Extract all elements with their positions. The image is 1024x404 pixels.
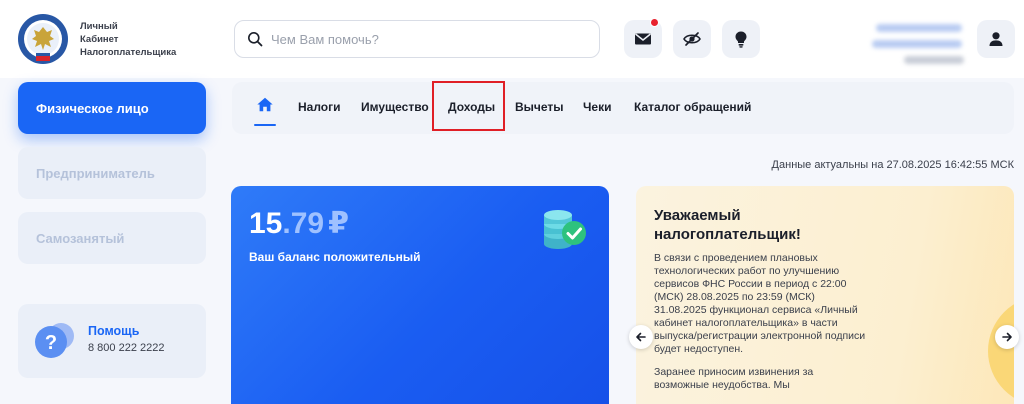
brand-line-1: Личный [80, 21, 118, 32]
fns-emblem-logo[interactable] [16, 12, 70, 66]
notice-title: Уважаемый налогоплательщик! [654, 207, 801, 243]
nav-taxes[interactable]: Налоги [298, 100, 341, 114]
notice-body: В связи с проведением плановых технологи… [654, 252, 866, 392]
messages-button[interactable] [624, 18, 662, 58]
carousel-prev-button[interactable] [629, 325, 653, 349]
header: Личный Кабинет Налогоплательщика [0, 0, 1024, 78]
nav-income[interactable]: Доходы [448, 100, 495, 114]
user-icon [989, 32, 1003, 46]
main-nav: Налоги Имущество Доходы Вычеты Чеки Ката… [232, 82, 1014, 134]
mail-icon [635, 33, 651, 45]
sidebar-item-label: Предприниматель [36, 165, 155, 181]
hide-balance-button[interactable] [673, 20, 711, 58]
nav-appeals-catalog[interactable]: Каталог обращений [634, 100, 751, 114]
lightbulb-icon [735, 31, 747, 48]
notice-card: Уважаемый налогоплательщик! В связи с пр… [636, 186, 1014, 404]
balance-dec: .79 [282, 207, 325, 240]
user-name-blurred [870, 18, 966, 64]
help-title[interactable]: Помощь [88, 324, 139, 338]
data-updated-status: Данные актуальны на 27.08.2025 16:42:55 … [771, 159, 1014, 171]
sidebar-item-label: Физическое лицо [36, 100, 149, 116]
question-icon: ? [35, 323, 74, 358]
balance-card[interactable]: 15.79 ₽ Ваш баланс положительный [231, 186, 609, 404]
search-input[interactable] [271, 31, 591, 47]
notice-paragraph: Заранее приносим извинения за возможные … [654, 366, 814, 391]
balance-amount: 15.79 ₽ [249, 206, 349, 241]
brand-line-2: Кабинет [80, 34, 119, 45]
help-card[interactable]: ? Помощь 8 800 222 2222 [18, 304, 206, 378]
coins-check-icon [544, 210, 586, 249]
balance-int: 15 [249, 207, 283, 240]
tips-button[interactable] [722, 20, 760, 58]
search-box[interactable] [234, 20, 600, 58]
nav-property[interactable]: Имущество [361, 100, 429, 114]
notification-dot [650, 18, 659, 27]
home-icon [257, 97, 273, 112]
sidebar-item-self-employed[interactable]: Самозанятый [18, 212, 206, 264]
notice-paragraph: В связи с проведением плановых технологи… [654, 252, 866, 355]
currency-sign: ₽ [328, 207, 349, 240]
search-icon [248, 32, 263, 47]
profile-button[interactable] [977, 20, 1015, 58]
balance-status: Ваш баланс положительный [249, 250, 421, 264]
svg-text:?: ? [45, 332, 57, 354]
arrow-left-icon [636, 332, 646, 342]
sidebar-item-label: Самозанятый [36, 230, 125, 246]
help-phone[interactable]: 8 800 222 2222 [88, 342, 164, 354]
arrow-right-icon [1002, 332, 1012, 342]
sidebar-item-entrepreneur[interactable]: Предприниматель [18, 147, 206, 199]
eye-off-icon [683, 32, 701, 46]
nav-home[interactable] [254, 96, 276, 126]
nav-deductions[interactable]: Вычеты [515, 100, 564, 114]
carousel-next-button[interactable] [995, 325, 1019, 349]
notice-decoration [988, 296, 1014, 404]
brand-line-3: Налогоплательщика [80, 47, 177, 58]
nav-receipts[interactable]: Чеки [583, 100, 612, 114]
sidebar-item-individual[interactable]: Физическое лицо [18, 82, 206, 134]
brand-text: Личный Кабинет Налогоплательщика [80, 20, 176, 59]
